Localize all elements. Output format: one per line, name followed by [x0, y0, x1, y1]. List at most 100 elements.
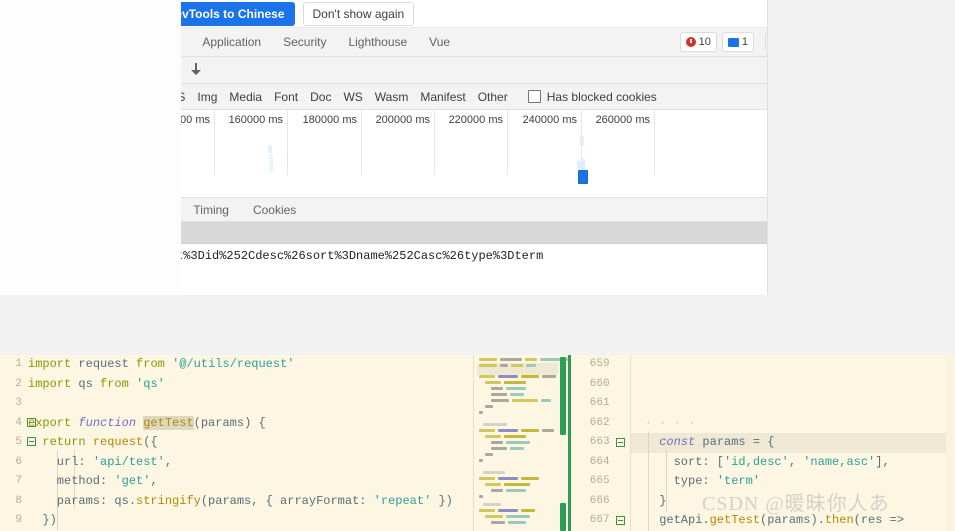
fold-toggle-icon[interactable]	[615, 438, 625, 447]
request-url-row[interactable]: /api/test?0=sort%3Did%252Cdesc%26sort%3D…	[181, 244, 767, 268]
line-number: 8	[15, 494, 22, 507]
line-number: 666	[589, 494, 610, 507]
devtools-panel-tabs: mance Memory Application Security Lighth…	[181, 28, 767, 57]
minimap-row	[511, 364, 523, 367]
minimap-scrollbar-2[interactable]	[559, 503, 566, 531]
filter-wasm[interactable]: Wasm	[369, 90, 415, 104]
minimap-row	[479, 495, 483, 498]
minimap-row	[485, 381, 501, 384]
code-line: const params = {	[659, 435, 775, 449]
tab-memory[interactable]: Memory	[181, 28, 191, 57]
timeline-tick-label: 180000 ms	[302, 114, 357, 126]
timeline-tick-label: 260000 ms	[595, 114, 650, 126]
waterfall-bar-selected[interactable]	[578, 170, 588, 184]
minimap-row	[506, 387, 526, 390]
minimap-row	[491, 441, 503, 444]
minimap-row	[479, 358, 497, 361]
minimap-row	[506, 441, 530, 444]
tab-security[interactable]: Security	[272, 28, 337, 57]
line-number: 662	[589, 416, 610, 429]
devtools-bottom-filler	[181, 268, 767, 274]
timeline-cell: 220000 ms	[435, 110, 508, 175]
editor-right[interactable]: 659 660 661 662 663 664 665 666 667 668 …	[567, 355, 955, 531]
switch-devtools-language-button[interactable]: Switch DevTools to Chinese	[181, 1, 295, 26]
request-url-text: /api/test?0=sort%3Did%252Cdesc%26sort%3D…	[181, 249, 544, 263]
editor-right-gutter: 659 660 661 662 663 664 665 666 667 668	[571, 355, 626, 531]
minimap-row	[485, 515, 503, 518]
minimap-row	[500, 364, 508, 367]
has-blocked-cookies-checkbox[interactable]	[527, 90, 541, 103]
timeline-tick-label: 200000 ms	[375, 114, 430, 126]
minimap-row	[512, 399, 538, 402]
filter-font[interactable]: Font	[268, 90, 304, 104]
editor-right-code[interactable]: · · · · const params = { sort: ['id,desc…	[638, 355, 904, 531]
minimap-row	[491, 393, 507, 396]
minimap-row	[491, 387, 503, 390]
page-left-blank	[0, 0, 181, 295]
line-number: 2	[15, 377, 22, 390]
filter-ws[interactable]: WS	[337, 90, 368, 104]
minimap-row	[508, 521, 526, 524]
minimap-row	[504, 483, 530, 486]
tab-vue[interactable]: Vue	[418, 28, 461, 57]
minimap-row	[521, 429, 539, 432]
minimap-row	[500, 358, 522, 361]
network-filter-row: tch/XHR JS CSS Img Media Font Doc WS Was…	[181, 84, 767, 110]
minimap-row	[483, 423, 507, 426]
has-blocked-cookies-label[interactable]: Has blocked cookies	[547, 90, 657, 104]
filter-manifest[interactable]: Manifest	[414, 90, 471, 104]
error-count-badge[interactable]: 10	[679, 32, 717, 52]
message-count-label: 1	[741, 36, 748, 48]
request-detail-tabs: onse Initiator Timing Cookies	[181, 198, 767, 222]
minimap-row	[541, 399, 551, 402]
tab-application[interactable]: Application	[191, 28, 272, 57]
minimap-row	[525, 358, 537, 361]
minimap-row	[479, 364, 497, 367]
timeline-cell: 160000 ms	[215, 110, 288, 175]
error-icon	[685, 37, 696, 47]
fold-toggle-icon[interactable]	[615, 516, 625, 525]
editor-right-scrollbar[interactable]	[946, 355, 955, 531]
minimap-row	[498, 509, 518, 512]
code-line: })	[28, 513, 57, 527]
filter-media[interactable]: Media	[223, 90, 268, 104]
detail-tab-cookies[interactable]: Cookies	[241, 203, 308, 217]
network-toolbar: :tling	[181, 57, 767, 84]
filter-doc[interactable]: Doc	[304, 90, 337, 104]
minimap-row	[542, 429, 554, 432]
line-number: 1	[15, 358, 22, 370]
toolbar-divider	[765, 34, 766, 50]
minimap-row	[479, 459, 483, 462]
line-number: 4	[15, 416, 22, 429]
minimap-pane[interactable]	[473, 355, 568, 531]
minimap-row	[491, 521, 505, 524]
filter-css[interactable]: CSS	[181, 90, 191, 104]
dont-show-again-button[interactable]: Don't show again	[302, 1, 415, 26]
waterfall-bar	[269, 154, 273, 172]
filter-other[interactable]: Other	[472, 90, 514, 104]
line-number: 7	[15, 475, 22, 487]
minimap-scrollbar[interactable]	[559, 357, 566, 435]
code-line: sort: ['id,desc', 'name,asc'],	[637, 454, 890, 469]
filter-img[interactable]: Img	[191, 90, 223, 104]
minimap-row	[485, 453, 493, 456]
line-number: 665	[589, 475, 610, 487]
message-count-badge[interactable]: 1	[721, 32, 754, 52]
editor-left[interactable]: 1 2 3 4 5 6 7 8 9 10 import request from…	[0, 355, 473, 531]
waterfall-bar	[268, 145, 272, 153]
minimap-row	[491, 399, 509, 402]
minimap-row	[498, 375, 518, 378]
editor-left-code[interactable]: import request from '@/utils/request' im…	[28, 355, 453, 531]
minimap-row	[510, 447, 524, 450]
line-number: 3	[15, 397, 22, 409]
tab-lighthouse[interactable]: Lighthouse	[337, 28, 418, 57]
download-har-icon[interactable]	[188, 62, 204, 78]
detail-tab-timing[interactable]: Timing	[181, 203, 241, 217]
timeline-cell: 260000 ms	[582, 110, 655, 175]
desktop-gap	[0, 295, 955, 355]
code-editors-area: 1 2 3 4 5 6 7 8 9 10 import request from…	[0, 355, 955, 531]
code-line: method: 'get',	[28, 474, 158, 488]
minimap-row	[542, 375, 556, 378]
network-overview-timeline[interactable]: 120000 ms 140000 ms 160000 ms 180000 ms …	[181, 110, 767, 198]
minimap-row	[506, 515, 530, 518]
